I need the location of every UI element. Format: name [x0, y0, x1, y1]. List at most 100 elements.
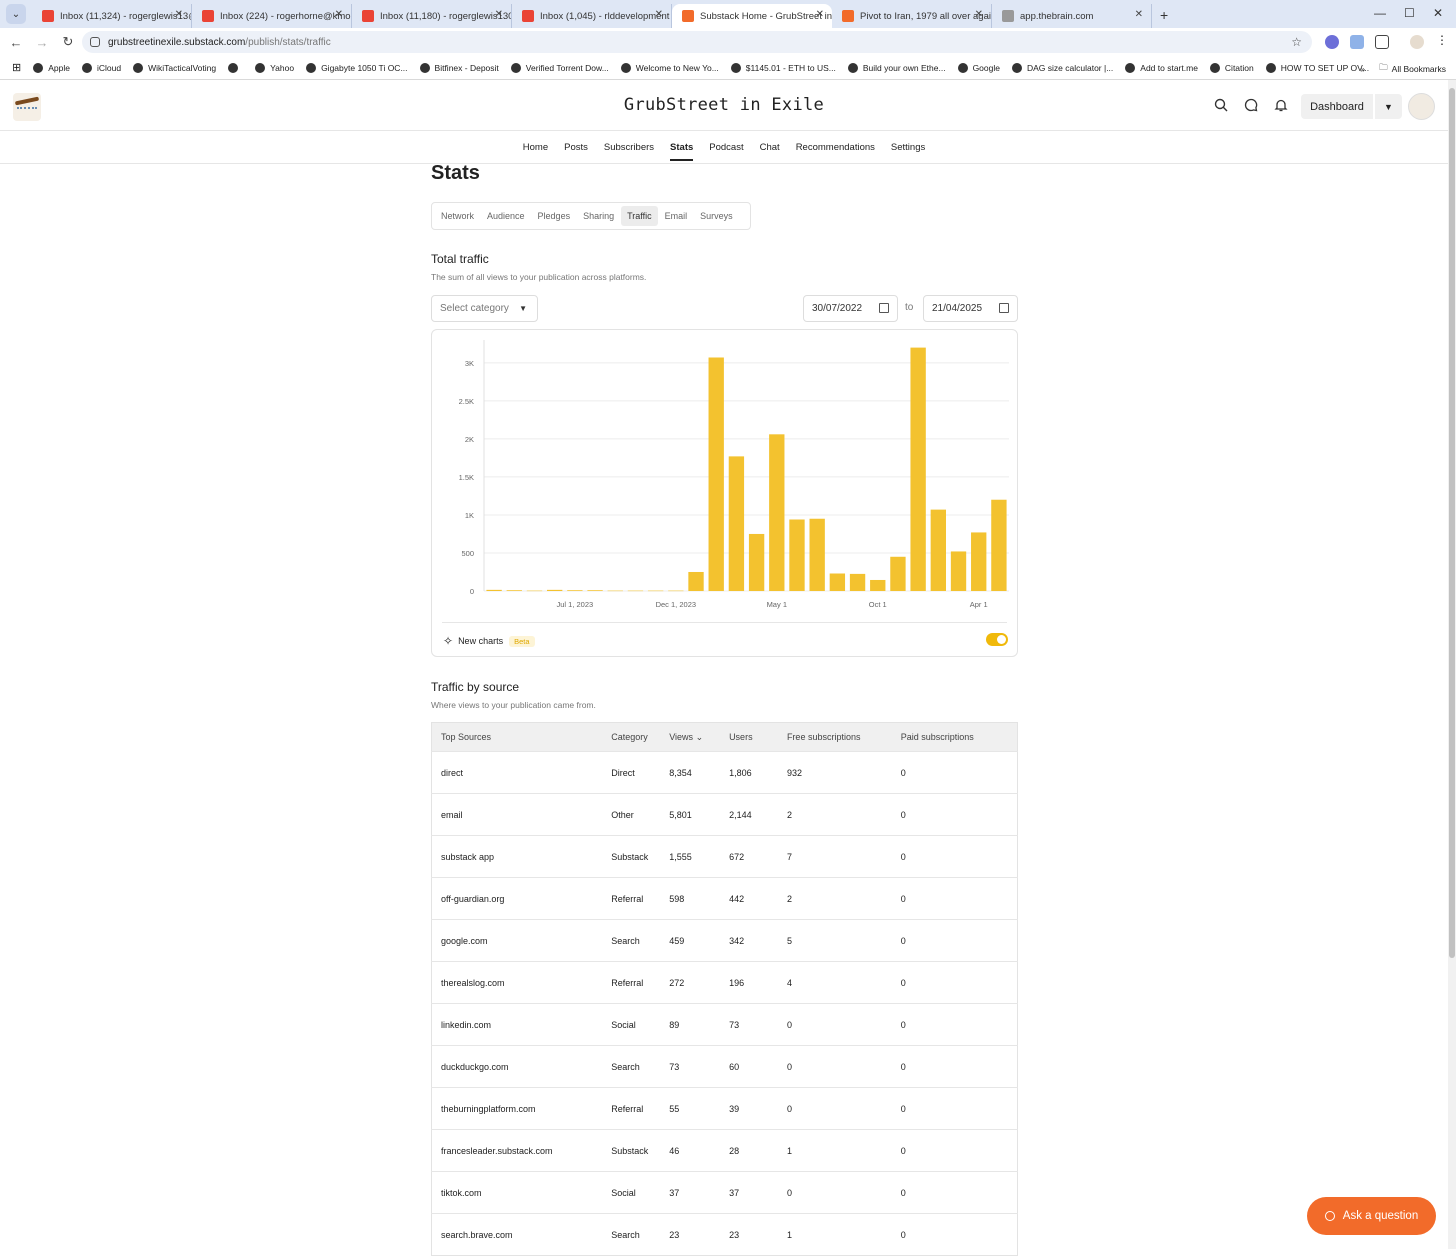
end-date-field[interactable]: 21/04/2025 [923, 295, 1018, 322]
scrollbar-thumb[interactable] [1449, 88, 1455, 958]
close-tab-icon[interactable]: ✕ [175, 9, 183, 20]
tab-sharing[interactable]: Sharing [577, 206, 620, 226]
extension-icon[interactable] [1350, 35, 1364, 49]
nav-item-home[interactable]: Home [523, 134, 548, 161]
table-row[interactable]: substack app Substack 1,555 672 7 0 [431, 835, 1018, 878]
tab-audience[interactable]: Audience [481, 206, 531, 226]
bookmark-item[interactable]: Verified Torrent Dow... [510, 62, 609, 73]
browser-tab[interactable]: Inbox (224) - rogerhorne@kmo ✕ [192, 4, 352, 28]
bookmark-item[interactable]: Gigabyte 1050 Ti OC... [306, 62, 408, 73]
avatar[interactable] [1408, 93, 1435, 120]
browser-tab[interactable]: Pivot to Iran, 1979 all over again ✕ [832, 4, 992, 28]
close-tab-icon[interactable]: ✕ [816, 9, 824, 20]
publication-title[interactable]: GrubStreet in Exile [0, 95, 1448, 115]
bookmark-item[interactable]: Add to start.me [1125, 62, 1198, 73]
bookmark-item[interactable]: Citation [1209, 62, 1254, 73]
table-row[interactable]: linkedin.com Social 89 73 0 0 [431, 1003, 1018, 1046]
table-row[interactable]: email Other 5,801 2,144 2 0 [431, 793, 1018, 836]
chart-bar [607, 590, 623, 592]
close-tab-icon[interactable]: ✕ [335, 9, 343, 20]
tab-network[interactable]: Network [435, 206, 480, 226]
maximize-button[interactable]: ☐ [1404, 6, 1415, 20]
start-date-field[interactable]: 30/07/2022 [803, 295, 898, 322]
tab-favicon-icon [842, 10, 854, 22]
site-info-icon[interactable] [90, 37, 100, 47]
nav-item-stats[interactable]: Stats [670, 134, 694, 161]
chat-bubble-icon[interactable] [1244, 98, 1260, 114]
tab-search-button[interactable]: ⌄ [6, 4, 26, 24]
bookmark-item[interactable] [228, 62, 243, 73]
ask-question-button[interactable]: Ask a question [1307, 1197, 1436, 1235]
table-row[interactable]: tiktok.com Social 37 37 0 0 [431, 1171, 1018, 1214]
search-icon[interactable] [1214, 98, 1230, 114]
browser-tab[interactable]: Inbox (11,180) - rogerglewis130 ✕ [352, 4, 512, 28]
dashboard-button[interactable]: Dashboard [1301, 94, 1373, 119]
all-bookmarks[interactable]: » 🗀 All Bookmarks [1360, 62, 1446, 76]
bookmark-item[interactable]: Google [957, 62, 1000, 73]
new-charts-toggle[interactable] [986, 633, 1008, 646]
close-tab-icon[interactable]: ✕ [975, 9, 983, 20]
browser-tab[interactable]: Inbox (11,324) - rogerglewis13@ ✕ [32, 4, 192, 28]
nav-item-podcast[interactable]: Podcast [709, 134, 743, 161]
tab-email[interactable]: Email [659, 206, 694, 226]
bookmarks-overflow-icon[interactable]: » [1360, 64, 1365, 74]
nav-item-recommendations[interactable]: Recommendations [796, 134, 875, 161]
table-cell: 73 [729, 1003, 787, 1046]
browser-tab[interactable]: Inbox (1,045) - rlddevelopment ✕ [512, 4, 672, 28]
table-cell: Referral [611, 961, 670, 1004]
browser-tab[interactable]: Substack Home - GrubStreet in ✕ [672, 4, 832, 28]
browser-tab[interactable]: app.thebrain.com ✕ [992, 4, 1152, 28]
nav-item-settings[interactable]: Settings [891, 134, 925, 161]
extension-icon[interactable] [1325, 35, 1339, 49]
bookmark-item[interactable]: Welcome to New Yo... [620, 62, 719, 73]
extensions-puzzle-icon[interactable] [1375, 35, 1389, 49]
bookmark-item[interactable]: Yahoo [255, 62, 294, 73]
nav-item-posts[interactable]: Posts [564, 134, 588, 161]
table-row[interactable]: search.brave.com Search 23 23 1 0 [431, 1213, 1018, 1256]
minimize-button[interactable]: — [1374, 6, 1386, 20]
bookmark-item[interactable]: Build your own Ethe... [847, 62, 946, 73]
close-tab-icon[interactable]: ✕ [655, 9, 663, 20]
bookmark-item[interactable]: iCloud [81, 62, 121, 73]
nav-item-subscribers[interactable]: Subscribers [604, 134, 654, 161]
table-row[interactable]: google.com Search 459 342 5 0 [431, 919, 1018, 962]
tab-traffic[interactable]: Traffic [621, 206, 658, 226]
table-row[interactable]: duckduckgo.com Search 73 60 0 0 [431, 1045, 1018, 1088]
bookmark-item[interactable]: HOW TO SET UP OV... [1265, 62, 1369, 73]
table-row[interactable]: therealslog.com Referral 272 196 4 0 [431, 961, 1018, 1004]
profile-icon[interactable] [1410, 35, 1424, 49]
sort-chevron-icon[interactable]: ⌄ [693, 732, 704, 742]
bookmark-item[interactable]: Bitfinex - Deposit [419, 62, 499, 73]
dashboard-dropdown-button[interactable]: ▼ [1375, 94, 1402, 119]
bookmark-star-icon[interactable]: ☆ [1291, 35, 1302, 49]
menu-dots-icon[interactable]: ⋮ [1436, 33, 1450, 47]
close-tab-icon[interactable]: ✕ [495, 9, 503, 20]
table-row[interactable]: francesleader.substack.com Substack 46 28 1 0 [431, 1129, 1018, 1172]
forward-button[interactable]: → [30, 35, 54, 50]
new-tab-button[interactable]: + [1160, 7, 1168, 23]
reload-button[interactable]: ↻ [56, 34, 80, 50]
table-row[interactable]: direct Direct 8,354 1,806 932 0 [431, 751, 1018, 794]
table-row[interactable]: theburningplatform.com Referral 55 39 0 0 [431, 1087, 1018, 1130]
table-cell: 0 [900, 1171, 1018, 1214]
close-window-button[interactable]: ✕ [1433, 6, 1443, 20]
calendar-icon[interactable] [879, 303, 889, 313]
nav-item-chat[interactable]: Chat [760, 134, 780, 161]
tab-pledges[interactable]: Pledges [532, 206, 577, 226]
tab-surveys[interactable]: Surveys [694, 206, 739, 226]
close-tab-icon[interactable]: ✕ [1135, 9, 1143, 20]
bookmark-item[interactable]: $1145.01 - ETH to US... [730, 62, 836, 73]
bookmark-item[interactable]: Apple [33, 62, 70, 73]
url-field[interactable]: grubstreetinexile.substack.com/publish/s… [82, 31, 1312, 53]
column-header[interactable]: Views ⌄ [669, 722, 730, 752]
bookmark-item[interactable]: WikiTacticalVoting [133, 62, 216, 73]
bell-icon[interactable] [1274, 98, 1290, 114]
apps-grid-icon[interactable]: ⊞ [12, 61, 21, 74]
category-select[interactable]: Select category ▼ [431, 295, 538, 322]
calendar-icon[interactable] [999, 303, 1009, 313]
bookmark-item[interactable]: DAG size calculator |... [1011, 62, 1113, 73]
back-button[interactable]: ← [4, 35, 28, 50]
tab-favicon-icon [202, 10, 214, 22]
table-row[interactable]: off-guardian.org Referral 598 442 2 0 [431, 877, 1018, 920]
tab-title: app.thebrain.com [1020, 10, 1094, 22]
